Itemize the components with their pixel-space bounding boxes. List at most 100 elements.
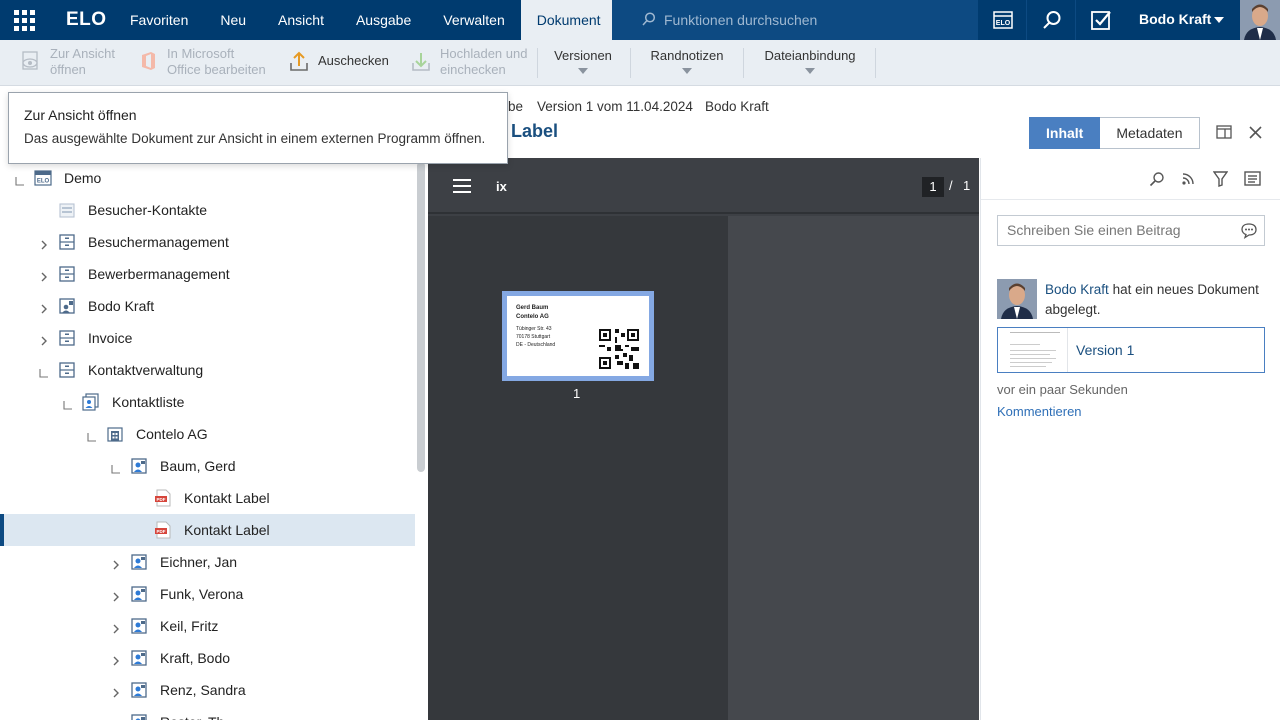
chevron-right-icon[interactable] bbox=[39, 269, 49, 282]
app-launcher-button[interactable] bbox=[0, 0, 48, 40]
tree-node[interactable]: Kraft, Bodo bbox=[0, 642, 415, 674]
feed-message: Bodo Kraft hat ein neues Dokument abgele… bbox=[1045, 280, 1260, 320]
grid-icon bbox=[13, 9, 35, 31]
feed-user-link[interactable]: Bodo Kraft bbox=[1045, 282, 1109, 297]
chevron-right-icon[interactable] bbox=[39, 333, 49, 346]
main-nav: Favoriten Neu Ansicht Ausgabe Verwalten … bbox=[114, 0, 617, 40]
version-card[interactable]: Version 1 bbox=[997, 327, 1265, 373]
expanded-toggle-icon[interactable] bbox=[39, 365, 49, 378]
avatar[interactable] bbox=[1240, 0, 1280, 40]
function-search-input[interactable]: Funktionen durchsuchen bbox=[612, 0, 978, 40]
filter-icon[interactable] bbox=[1213, 171, 1228, 187]
list-view-icon[interactable] bbox=[1244, 171, 1261, 186]
search-icon[interactable] bbox=[1149, 171, 1165, 187]
tree-node[interactable]: Baum, Gerd bbox=[0, 450, 415, 482]
expanded-toggle-icon[interactable] bbox=[87, 429, 97, 442]
tree-node[interactable]: Bewerbermanagement bbox=[0, 258, 415, 290]
edit-in-office-button[interactable]: In Microsoft Office bearbeiten bbox=[137, 46, 266, 78]
ribbon-divider bbox=[537, 48, 538, 78]
tree-node[interactable]: Kontaktliste bbox=[0, 386, 415, 418]
post-input[interactable]: Schreiben Sie einen Beitrag bbox=[997, 215, 1265, 246]
search-button[interactable] bbox=[1026, 0, 1076, 40]
tree-scrollbar[interactable] bbox=[417, 162, 425, 472]
contact-icon bbox=[130, 713, 148, 720]
nav-neu[interactable]: Neu bbox=[204, 0, 262, 40]
upload-checkin-button[interactable]: Hochladen und einchecken bbox=[410, 46, 527, 78]
tree-node[interactable]: Besucher-Kontakte bbox=[0, 194, 415, 226]
page-thumbnail[interactable]: Gerd Baum Contelo AG Tübinger Str. 43 70… bbox=[502, 291, 654, 381]
cabinet-icon bbox=[58, 233, 76, 251]
rss-icon[interactable] bbox=[1181, 171, 1196, 186]
tree-node[interactable]: Keil, Fritz bbox=[0, 610, 415, 642]
tree-node[interactable]: Funk, Verona bbox=[0, 578, 415, 610]
contact-list-icon bbox=[82, 393, 100, 411]
tab-metadaten[interactable]: Metadaten bbox=[1100, 117, 1200, 149]
folder-icon bbox=[58, 201, 76, 219]
versions-dropdown[interactable]: Versionen bbox=[554, 48, 612, 74]
tree-node-label: Besucher-Kontakte bbox=[88, 202, 208, 218]
chevron-right-icon[interactable] bbox=[111, 557, 121, 570]
nav-favoriten[interactable]: Favoriten bbox=[114, 0, 204, 40]
chevron-right-icon[interactable] bbox=[39, 301, 49, 314]
tree-node[interactable]: Besuchermanagement bbox=[0, 226, 415, 258]
expanded-toggle-icon[interactable] bbox=[15, 173, 25, 186]
tree-node[interactable]: PDF Kontakt Label bbox=[0, 482, 415, 514]
comment-link[interactable]: Kommentieren bbox=[997, 404, 1082, 419]
elo-archive-button[interactable]: ELO bbox=[977, 0, 1027, 40]
tree-node-label: Contelo AG bbox=[136, 426, 208, 442]
viewer-toolbar: ix 1 / 1 bbox=[428, 158, 979, 214]
chevron-right-icon[interactable] bbox=[39, 237, 49, 250]
tree-node-label: Eichner, Jan bbox=[160, 554, 238, 570]
page-number-input[interactable]: 1 bbox=[922, 177, 944, 197]
chevron-down-icon bbox=[805, 68, 815, 74]
avatar[interactable] bbox=[997, 279, 1037, 319]
chevron-right-icon[interactable] bbox=[111, 621, 121, 634]
tree-node[interactable]: Invoice bbox=[0, 322, 415, 354]
viewer-filename: ix bbox=[496, 179, 507, 194]
menu-icon[interactable] bbox=[453, 179, 471, 193]
tree-node[interactable]: Eichner, Jan bbox=[0, 546, 415, 578]
tasks-button[interactable] bbox=[1075, 0, 1125, 40]
close-icon[interactable] bbox=[1249, 126, 1262, 139]
tree-node-label: Kontakt Label bbox=[184, 490, 270, 506]
nav-ausgabe[interactable]: Ausgabe bbox=[340, 0, 427, 40]
chevron-right-icon[interactable] bbox=[111, 589, 121, 602]
tree-node-label: Invoice bbox=[88, 330, 133, 346]
tree-node[interactable]: ELO Demo bbox=[0, 162, 415, 194]
tree-node[interactable]: Kontaktverwaltung bbox=[0, 354, 415, 386]
expanded-toggle-icon[interactable] bbox=[63, 397, 73, 410]
nav-ansicht[interactable]: Ansicht bbox=[262, 0, 340, 40]
tree-node[interactable]: Roster, Th bbox=[0, 706, 415, 720]
download-icon bbox=[412, 53, 430, 71]
checkout-button[interactable]: Auschecken bbox=[288, 50, 389, 72]
feed-timestamp: vor ein paar Sekunden bbox=[997, 382, 1128, 397]
chevron-right-icon[interactable] bbox=[111, 685, 121, 698]
tree-node[interactable]: Bodo Kraft bbox=[0, 290, 415, 322]
cabinet-icon bbox=[58, 265, 76, 283]
layout-icon[interactable] bbox=[1216, 124, 1232, 140]
notes-dropdown[interactable]: Randnotizen bbox=[650, 48, 724, 74]
svg-text:PDF: PDF bbox=[157, 529, 166, 534]
expanded-toggle-icon[interactable] bbox=[111, 461, 121, 474]
ribbon-divider bbox=[630, 48, 631, 78]
tab-inhalt[interactable]: Inhalt bbox=[1029, 117, 1101, 149]
file-link-dropdown[interactable]: Dateianbindung bbox=[763, 48, 857, 74]
tree-node[interactable]: Renz, Sandra bbox=[0, 674, 415, 706]
tree-node[interactable]: Contelo AG bbox=[0, 418, 415, 450]
user-folder-icon bbox=[58, 297, 76, 315]
svg-text:ELO: ELO bbox=[995, 20, 1010, 27]
contact-icon bbox=[130, 457, 148, 475]
open-view-button[interactable]: Zur Ansicht öffnen bbox=[20, 46, 115, 78]
nav-verwalten[interactable]: Verwalten bbox=[427, 0, 520, 40]
speech-bubble-icon[interactable] bbox=[1240, 222, 1258, 239]
user-menu[interactable]: Bodo Kraft bbox=[1139, 11, 1211, 27]
repository-tree: ELO Demo Besucher-Kontakte Besuchermanageme… bbox=[0, 162, 415, 720]
nav-dokument[interactable]: Dokument bbox=[520, 0, 617, 40]
pdf-icon: PDF bbox=[154, 489, 172, 507]
caret-down-icon[interactable] bbox=[1214, 17, 1224, 23]
search-placeholder: Funktionen durchsuchen bbox=[664, 12, 818, 28]
tree-node[interactable]: PDF Kontakt Label bbox=[0, 514, 415, 546]
contact-label-preview: Gerd Baum Contelo AG Tübinger Str. 43 70… bbox=[507, 296, 649, 376]
tree-node-label: Baum, Gerd bbox=[160, 458, 236, 474]
chevron-right-icon[interactable] bbox=[111, 653, 121, 666]
